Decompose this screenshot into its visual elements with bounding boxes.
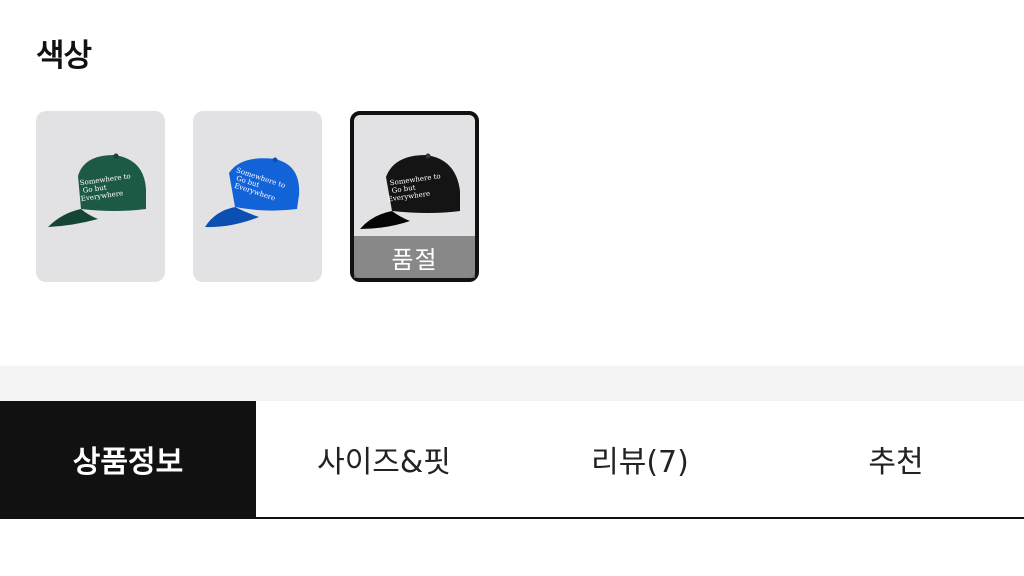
cap-image: Somewhere to Go but Everywhere — [48, 153, 146, 227]
sold-out-badge: 품절 — [354, 236, 475, 278]
color-section-title: 색상 — [36, 38, 92, 74]
section-divider — [0, 366, 1024, 401]
tab-size-fit[interactable]: 사이즈&핏 — [256, 401, 512, 517]
product-tab-bar: 상품정보 사이즈&핏 리뷰(7) 추천 — [0, 401, 1024, 519]
color-swatch-green[interactable]: Somewhere to Go but Everywhere — [36, 111, 165, 282]
color-swatch-black[interactable]: Somewhere to Go but Everywhere 품절 — [350, 111, 479, 282]
tab-product-info[interactable]: 상품정보 — [0, 401, 256, 517]
tab-recommend[interactable]: 추천 — [768, 401, 1024, 517]
cap-image: Somewhere to Go but Everywhere — [205, 157, 300, 228]
tab-reviews[interactable]: 리뷰(7) — [512, 401, 768, 517]
color-swatch-blue[interactable]: Somewhere to Go but Everywhere — [193, 111, 322, 282]
